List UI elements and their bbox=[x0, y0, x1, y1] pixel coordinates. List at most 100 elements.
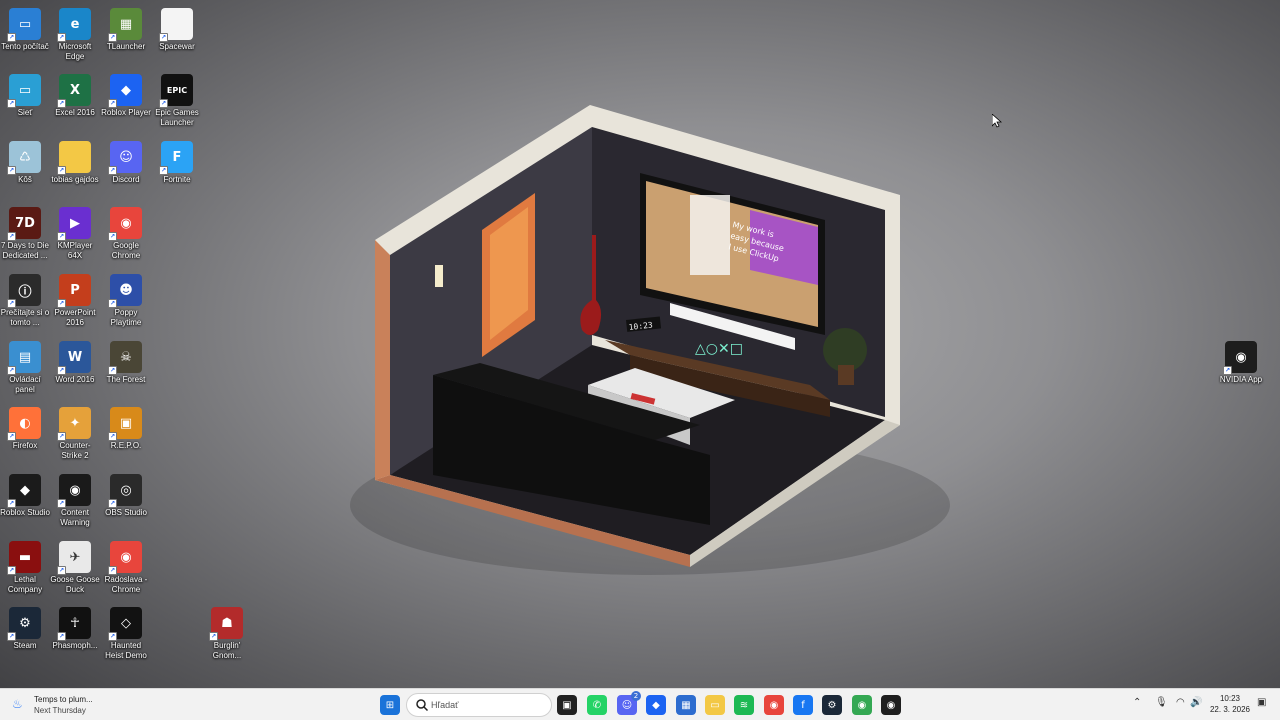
desktop-icon-label: Epic Games Launcher bbox=[155, 108, 199, 127]
chrome-profile-icon: ◉ ↗ bbox=[108, 541, 142, 575]
desktop-icon-burglin-gnomes[interactable]: ☗ ↗ Burglin' Gnom... bbox=[202, 603, 252, 661]
taskbar-facebook-button[interactable]: f bbox=[793, 695, 813, 715]
desktop-icon-minecraft-block[interactable]: ▦ ↗ TLauncher bbox=[101, 4, 151, 52]
nvidia-icon: ◉ ↗ bbox=[1223, 341, 1257, 375]
whatsapp-icon: ✆ bbox=[592, 699, 602, 711]
taskbar-steam-button[interactable]: ⚙ bbox=[822, 695, 842, 715]
desktop-icon-label: Word 2016 bbox=[55, 375, 95, 384]
desktop-icon-content-warning[interactable]: ◉ ↗ Content Warning bbox=[50, 470, 100, 528]
taskbar-chrome-button[interactable]: ◉ bbox=[764, 695, 784, 715]
desktop-icon-label: Haunted Heist Demo bbox=[105, 641, 147, 660]
system-clock[interactable]: 10:23 22. 3. 2026 bbox=[1206, 693, 1254, 715]
file-explorer-icon: ▭ bbox=[710, 699, 720, 711]
shortcut-arrow-icon: ↗ bbox=[1223, 366, 1232, 375]
weather-widget[interactable]: ♨ Temps to plum... Next Thursday bbox=[12, 693, 132, 717]
desktop-icon-label: Kôš bbox=[18, 175, 32, 184]
desktop-icon-excel[interactable]: X ↗ Excel 2016 bbox=[50, 70, 100, 118]
desktop-icon-file[interactable]: ↗ Spacewar bbox=[152, 4, 202, 52]
desktop-icon-label: Tento počítač bbox=[1, 42, 49, 51]
desktop-icon-7-days[interactable]: 7D ↗ 7 Days to Die Dedicated ... bbox=[0, 203, 50, 261]
shortcut-arrow-icon: ↗ bbox=[159, 166, 168, 175]
desktop-icon-label: Counter-Strike 2 bbox=[59, 441, 91, 460]
taskbar-discord-button[interactable]: ☺ 2 bbox=[617, 691, 641, 715]
desktop-icon-chrome[interactable]: ◉ ↗ Google Chrome bbox=[101, 203, 151, 261]
shortcut-arrow-icon: ↗ bbox=[7, 166, 16, 175]
shortcut-arrow-icon: ↗ bbox=[57, 499, 66, 508]
network-icon: ▭ ↗ bbox=[7, 74, 41, 108]
desktop-icon-goose[interactable]: ✈ ↗ Goose Goose Duck bbox=[50, 537, 100, 595]
wifi-icon[interactable]: ◠ bbox=[1176, 697, 1185, 708]
desktop-icon-label: Poppy Playtime bbox=[110, 308, 142, 327]
roblox-icon: ◆ ↗ bbox=[108, 74, 142, 108]
start-button[interactable]: ⊞ bbox=[380, 695, 400, 715]
taskbar-roblox-studio-button[interactable]: ◆ bbox=[646, 695, 666, 715]
shortcut-arrow-icon: ↗ bbox=[57, 166, 66, 175]
desktop-icon-discord[interactable]: ☺ ↗ Discord bbox=[101, 137, 151, 185]
desktop-icon-label: Ovládací panel bbox=[9, 375, 41, 394]
volume-icon[interactable]: 🔊 bbox=[1190, 697, 1202, 708]
recycle-bin-icon: ♺ ↗ bbox=[7, 141, 41, 175]
desktop-icon-epic-games[interactable]: EPIC ↗ Epic Games Launcher bbox=[152, 70, 202, 128]
spotify-icon: ≋ bbox=[739, 699, 749, 711]
desktop-icon-edge[interactable]: e ↗ Microsoft Edge bbox=[50, 4, 100, 62]
taskbar-file-explorer-button[interactable]: ▭ bbox=[705, 695, 725, 715]
weather-icon: ♨ bbox=[12, 697, 23, 711]
desktop-icon-word[interactable]: W ↗ Word 2016 bbox=[50, 337, 100, 385]
taskbar-task-view-button[interactable]: ▣ bbox=[557, 695, 577, 715]
desktop-icon-steam[interactable]: ⚙ ↗ Steam bbox=[0, 603, 50, 651]
desktop-icon-counter-strike[interactable]: ✦ ↗ Counter-Strike 2 bbox=[50, 403, 100, 461]
search-box[interactable]: Hľadať bbox=[406, 693, 552, 717]
file-icon: ↗ bbox=[159, 8, 193, 42]
desktop-icon-roblox[interactable]: ◆ ↗ Roblox Player bbox=[101, 70, 151, 118]
show-hidden-icons-chevron-icon[interactable]: ⌃ bbox=[1133, 697, 1141, 708]
desktop-icon-firefox[interactable]: ◐ ↗ Firefox bbox=[0, 403, 50, 451]
desktop-icon-label: Google Chrome bbox=[111, 241, 141, 260]
desktop-icon-label: R.E.P.O. bbox=[110, 441, 142, 450]
taskbar-chrome-profile-button[interactable]: ◉ bbox=[852, 695, 872, 715]
desktop-icon-lethal-company[interactable]: ▬ ↗ Lethal Company bbox=[0, 537, 50, 595]
taskbar-spotify-button[interactable]: ≋ bbox=[734, 695, 754, 715]
epic-games-icon: EPIC ↗ bbox=[159, 74, 193, 108]
poppy-playtime-icon: ☻ ↗ bbox=[108, 274, 142, 308]
desktop-icon-computer[interactable]: ▭ ↗ Tento počítač bbox=[0, 4, 50, 52]
shortcut-arrow-icon: ↗ bbox=[108, 232, 117, 241]
desktop-icon-powerpoint[interactable]: P ↗ PowerPoint 2016 bbox=[50, 270, 100, 328]
7-days-icon: 7D ↗ bbox=[7, 207, 41, 241]
notifications-icon[interactable]: ▣ bbox=[1257, 697, 1266, 708]
shortcut-arrow-icon: ↗ bbox=[108, 166, 117, 175]
desktop-icon-chrome-profile[interactable]: ◉ ↗ Radoslava - Chrome bbox=[101, 537, 151, 595]
minecraft-block-icon: ▦ ↗ bbox=[108, 8, 142, 42]
desktop-icon-label: PowerPoint 2016 bbox=[54, 308, 96, 327]
desktop-icon-the-forest[interactable]: ☠ ↗ The Forest bbox=[101, 337, 151, 385]
desktop-icon-obs[interactable]: ◎ ↗ OBS Studio bbox=[101, 470, 151, 518]
shortcut-arrow-icon: ↗ bbox=[57, 99, 66, 108]
desktop-icon-control-panel[interactable]: ▤ ↗ Ovládací panel bbox=[0, 337, 50, 395]
desktop-icon-network[interactable]: ▭ ↗ Sieť bbox=[0, 70, 50, 118]
wall-lamp bbox=[435, 265, 443, 287]
desktop-icon-roblox-studio[interactable]: ◆ ↗ Roblox Studio bbox=[0, 470, 50, 518]
desktop-icon-label: Firefox bbox=[12, 441, 38, 450]
microphone-icon[interactable]: 🎙 bbox=[1155, 697, 1168, 708]
desktop-icon-poppy-playtime[interactable]: ☻ ↗ Poppy Playtime bbox=[101, 270, 151, 328]
desktop-icon-label: Discord bbox=[112, 175, 140, 184]
desktop-icon-info[interactable]: ⓘ ↗ Prečítajte si o tomto ... bbox=[0, 270, 50, 328]
desktop-icon-folder[interactable]: ↗ tobias gajdos bbox=[50, 137, 100, 185]
taskbar-github-button[interactable]: ◉ bbox=[881, 695, 901, 715]
desktop-icon-label: Microsoft Edge bbox=[58, 42, 92, 61]
desktop-icon-label: Goose Goose Duck bbox=[50, 575, 100, 594]
desktop-icon-nvidia[interactable]: ◉ ↗ NVIDIA App bbox=[1216, 337, 1266, 385]
desktop-icon-fortnite[interactable]: F ↗ Fortnite bbox=[152, 137, 202, 185]
desktop-icon-phasmophobia[interactable]: ☥ ↗ Phasmoph... bbox=[50, 603, 100, 651]
taskbar-calculator-button[interactable]: ▦ bbox=[676, 695, 696, 715]
word-icon: W ↗ bbox=[57, 341, 91, 375]
taskbar-whatsapp-button[interactable]: ✆ bbox=[587, 695, 607, 715]
desktop-icon-haunted-heist[interactable]: ◇ ↗ Haunted Heist Demo bbox=[101, 603, 151, 661]
desktop-icon-label: NVIDIA App bbox=[1219, 375, 1263, 384]
discord-icon: ☺ ↗ bbox=[108, 141, 142, 175]
desktop-icon-kmplayer[interactable]: ▶ ↗ KMPlayer 64X bbox=[50, 203, 100, 261]
goose-icon: ✈ ↗ bbox=[57, 541, 91, 575]
desktop-icon-repo[interactable]: ▣ ↗ R.E.P.O. bbox=[101, 403, 151, 451]
desktop-icon-recycle-bin[interactable]: ♺ ↗ Kôš bbox=[0, 137, 50, 185]
folder-icon: ↗ bbox=[57, 141, 91, 175]
shortcut-arrow-icon: ↗ bbox=[108, 366, 117, 375]
